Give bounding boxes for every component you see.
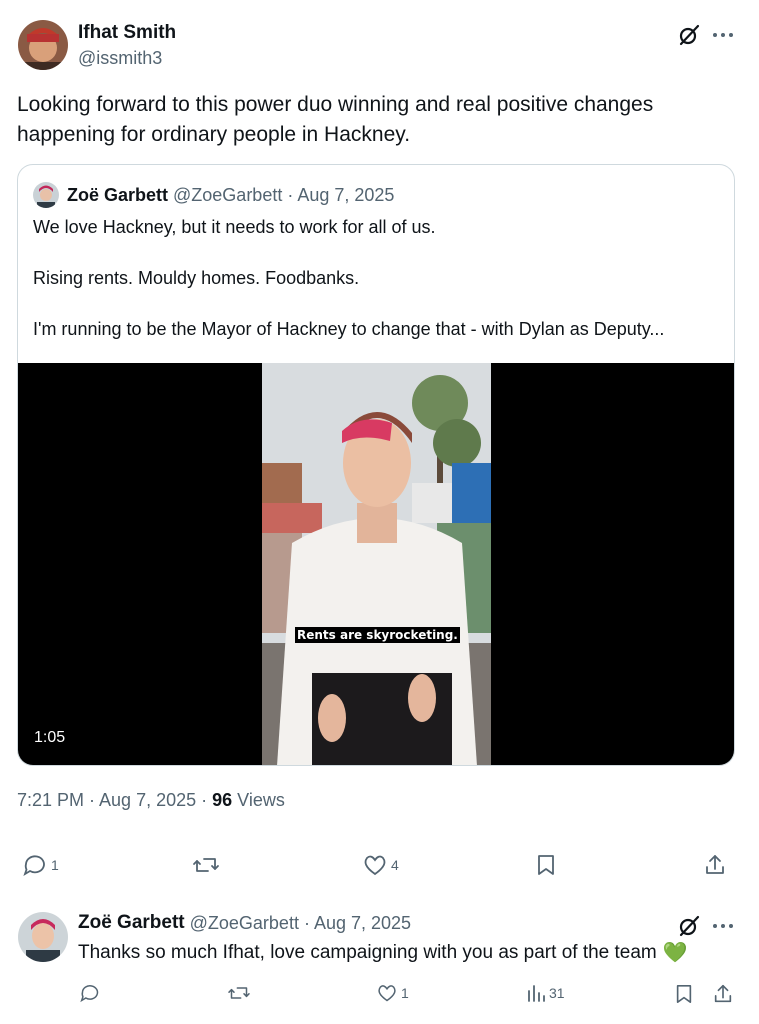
reply-like-count: 1 bbox=[401, 985, 409, 1001]
bookmark-icon bbox=[676, 985, 692, 1004]
video-duration: 1:05 bbox=[34, 729, 66, 746]
reply-count: 1 bbox=[51, 857, 59, 873]
reply-retweet-button[interactable] bbox=[227, 983, 251, 1003]
more-icon[interactable] bbox=[710, 22, 736, 48]
reply-tweet-body[interactable]: Zoë Garbett @ZoeGarbett · Aug 7, 2025 Th… bbox=[78, 912, 718, 965]
share-button[interactable] bbox=[703, 853, 727, 877]
share-icon bbox=[714, 984, 732, 1003]
reply-grok-icon[interactable] bbox=[676, 913, 702, 939]
author-avatar[interactable] bbox=[18, 20, 68, 70]
reply-bookmark-button[interactable] bbox=[674, 983, 694, 1005]
video-player[interactable]: Rents are skyrocketing. 1:05 bbox=[18, 363, 734, 765]
green-heart-emoji: 💚 bbox=[662, 942, 688, 964]
reply-views-count: 31 bbox=[549, 985, 565, 1001]
reply-author-meta[interactable]: @ZoeGarbett · Aug 7, 2025 bbox=[190, 913, 411, 934]
video-caption: Rents are skyrocketing. bbox=[295, 627, 460, 643]
like-icon bbox=[378, 985, 396, 1002]
quoted-author-avatar[interactable] bbox=[33, 182, 59, 208]
bookmark-button[interactable] bbox=[535, 853, 557, 877]
views-count: 96 bbox=[212, 790, 233, 810]
reply-like-button[interactable]: 1 bbox=[376, 983, 409, 1003]
tweet-text: Looking forward to this power duo winnin… bbox=[17, 93, 654, 146]
reply-share-button[interactable] bbox=[712, 983, 734, 1005]
share-icon bbox=[706, 855, 724, 874]
like-count: 4 bbox=[391, 857, 399, 873]
author-name[interactable]: Ifhat Smith bbox=[78, 22, 176, 44]
reply-icon bbox=[80, 985, 99, 1003]
reply-reply-button[interactable] bbox=[79, 983, 104, 1003]
grok-icon[interactable] bbox=[676, 22, 702, 48]
quoted-author-name[interactable]: Zoë Garbett bbox=[67, 185, 168, 206]
author-handle[interactable]: @issmith3 bbox=[78, 48, 162, 69]
reply-button[interactable]: 1 bbox=[22, 853, 59, 877]
retweet-button[interactable] bbox=[192, 853, 223, 877]
reply-more-icon[interactable] bbox=[710, 913, 736, 939]
reply-author-name[interactable]: Zoë Garbett bbox=[78, 912, 185, 934]
like-icon bbox=[364, 855, 386, 876]
video-thumbnail bbox=[262, 363, 491, 765]
reply-views-button[interactable]: 31 bbox=[526, 983, 565, 1003]
reply-text-content: Thanks so much Ifhat, love campaigning w… bbox=[78, 941, 657, 963]
bookmark-icon bbox=[538, 855, 554, 875]
like-button[interactable]: 4 bbox=[362, 853, 399, 877]
retweet-icon bbox=[193, 858, 219, 872]
reply-header: Zoë Garbett @ZoeGarbett · Aug 7, 2025 bbox=[78, 912, 718, 934]
quoted-tweet-header: Zoë Garbett @ZoeGarbett · Aug 7, 2025 bbox=[33, 182, 394, 208]
quoted-tweet-card[interactable]: Zoë Garbett @ZoeGarbett · Aug 7, 2025 We… bbox=[17, 164, 735, 766]
reply-text: Thanks so much Ifhat, love campaigning w… bbox=[78, 940, 718, 965]
quoted-text-line-1: We love Hackney, but it needs to work fo… bbox=[33, 217, 436, 237]
quoted-author-meta[interactable]: @ZoeGarbett · Aug 7, 2025 bbox=[173, 185, 394, 206]
retweet-icon bbox=[228, 987, 250, 999]
tweet-timestamp[interactable]: 7:21 PM · Aug 7, 2025 · 96 Views bbox=[17, 790, 285, 811]
views-icon bbox=[528, 985, 545, 1002]
reply-icon bbox=[23, 855, 45, 877]
timestamp-text[interactable]: 7:21 PM · Aug 7, 2025 · bbox=[17, 790, 212, 810]
quoted-text-line-2: Rising rents. Mouldy homes. Foodbanks. bbox=[33, 268, 360, 288]
views-label: Views bbox=[232, 790, 285, 810]
quoted-text-line-3: I'm running to be the Mayor of Hackney t… bbox=[33, 319, 665, 339]
reply-author-avatar[interactable] bbox=[18, 912, 68, 962]
